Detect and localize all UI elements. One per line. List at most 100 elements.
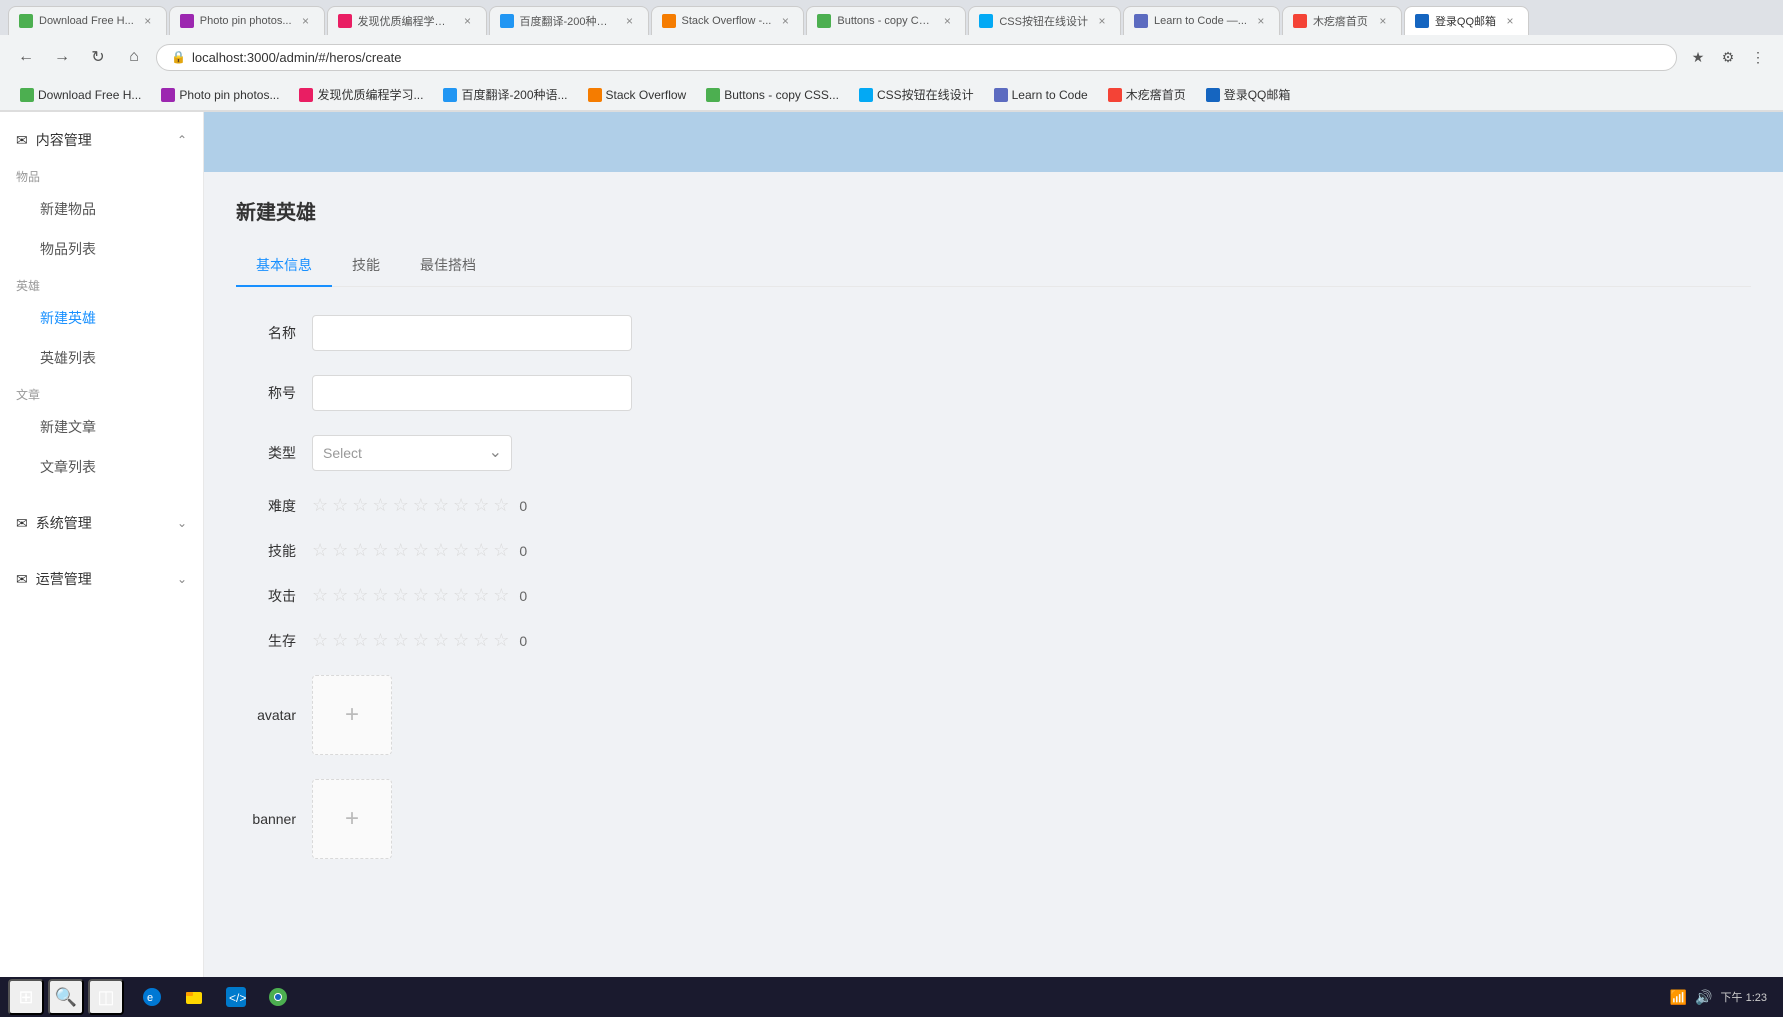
tab-close-tab7[interactable]: × [1094,13,1110,29]
sidebar-item-hero-list[interactable]: 英雄列表 [0,338,203,378]
bookmark-8[interactable]: 木疙瘩首页 [1100,83,1194,106]
attack-star-8[interactable]: ☆ [453,585,469,606]
tab-best-combo[interactable]: 最佳搭档 [400,245,496,287]
browser-tab-tab9[interactable]: 木疙瘩首页× [1282,6,1402,35]
bookmark-3[interactable]: 百度翻译-200种语... [435,83,575,106]
tab-close-tab5[interactable]: × [777,13,793,29]
sidebar-item-new-article[interactable]: 新建文章 [0,407,203,447]
survival-star-10[interactable]: ☆ [493,630,509,651]
skills-star-9[interactable]: ☆ [473,540,489,561]
sidebar-item-new-hero[interactable]: 新建英雄 [0,298,203,338]
tab-close-tab9[interactable]: × [1375,13,1391,29]
skills-star-5[interactable]: ☆ [393,540,409,561]
browser-tab-tab4[interactable]: 百度翻译-200种语...× [489,6,649,35]
browser-tab-tab2[interactable]: Photo pin photos...× [169,6,325,35]
browser-tab-tab6[interactable]: Buttons - copy CS...× [806,6,966,35]
home-button[interactable]: ⌂ [120,43,148,71]
attack-star-2[interactable]: ☆ [332,585,348,606]
survival-star-2[interactable]: ☆ [332,630,348,651]
difficulty-star-10[interactable]: ☆ [493,495,509,516]
attack-star-5[interactable]: ☆ [393,585,409,606]
skills-star-3[interactable]: ☆ [352,540,368,561]
difficulty-star-6[interactable]: ☆ [413,495,429,516]
sidebar-item-article-list[interactable]: 文章列表 [0,447,203,487]
difficulty-star-3[interactable]: ☆ [352,495,368,516]
attack-star-3[interactable]: ☆ [352,585,368,606]
bookmark-9[interactable]: 登录QQ邮箱 [1198,83,1299,106]
title-input[interactable] [312,375,632,411]
tab-skills[interactable]: 技能 [332,245,400,287]
browser-tab-tab3[interactable]: 发现优质编程学习...× [327,6,487,35]
attack-star-7[interactable]: ☆ [433,585,449,606]
skills-star-4[interactable]: ☆ [372,540,388,561]
search-button[interactable]: 🔍 [48,979,84,1015]
bookmarks-button[interactable]: ★ [1685,44,1711,70]
tab-close-tab10[interactable]: × [1502,13,1518,29]
menu-button[interactable]: ⋮ [1745,44,1771,70]
taskbar-vscode[interactable]: </> [216,979,256,1015]
browser-tab-tab10[interactable]: 登录QQ邮箱× [1404,6,1529,35]
bookmark-6[interactable]: CSS按钮在线设计 [851,83,982,106]
tab-close-tab4[interactable]: × [622,13,638,29]
browser-tab-tab8[interactable]: Learn to Code —...× [1123,6,1280,35]
type-select[interactable]: Select 战士 法师 刺客 坦克 射手 辅助 [312,435,512,471]
attack-star-4[interactable]: ☆ [372,585,388,606]
sidebar-group-system-management[interactable]: ✉ 系统管理 ⌄ [0,503,203,543]
extensions-button[interactable]: ⚙ [1715,44,1741,70]
tab-close-tab3[interactable]: × [460,13,476,29]
attack-star-1[interactable]: ☆ [312,585,328,606]
difficulty-star-1[interactable]: ☆ [312,495,328,516]
sidebar-item-new-item[interactable]: 新建物品 [0,189,203,229]
tab-close-tab6[interactable]: × [939,13,955,29]
survival-star-4[interactable]: ☆ [372,630,388,651]
skills-star-7[interactable]: ☆ [433,540,449,561]
task-view-button[interactable]: ◫ [88,979,124,1015]
sidebar-group-operations-management[interactable]: ✉ 运营管理 ⌄ [0,559,203,599]
difficulty-star-2[interactable]: ☆ [332,495,348,516]
attack-star-9[interactable]: ☆ [473,585,489,606]
start-button[interactable]: ⊞ [8,979,44,1015]
tab-close-tab1[interactable]: × [140,13,156,29]
forward-button[interactable]: → [48,43,76,71]
refresh-button[interactable]: ↻ [84,43,112,71]
bookmark-0[interactable]: Download Free H... [12,85,149,105]
difficulty-star-8[interactable]: ☆ [453,495,469,516]
survival-star-7[interactable]: ☆ [433,630,449,651]
bookmark-2[interactable]: 发现优质编程学习... [291,83,431,106]
skills-star-8[interactable]: ☆ [453,540,469,561]
sidebar-group-content-management[interactable]: ✉ 内容管理 ⌃ [0,120,203,160]
survival-star-8[interactable]: ☆ [453,630,469,651]
attack-star-6[interactable]: ☆ [413,585,429,606]
avatar-upload[interactable]: + [312,675,392,755]
survival-star-6[interactable]: ☆ [413,630,429,651]
taskbar-chrome[interactable] [258,979,298,1015]
browser-tab-tab7[interactable]: CSS按钮在线设计× [968,6,1121,35]
browser-tab-tab5[interactable]: Stack Overflow -...× [651,6,805,35]
banner-upload[interactable]: + [312,779,392,859]
skills-star-6[interactable]: ☆ [413,540,429,561]
difficulty-star-7[interactable]: ☆ [433,495,449,516]
taskbar-file-explorer[interactable] [174,979,214,1015]
attack-star-10[interactable]: ☆ [493,585,509,606]
survival-star-1[interactable]: ☆ [312,630,328,651]
survival-star-5[interactable]: ☆ [393,630,409,651]
tab-close-tab2[interactable]: × [298,13,314,29]
difficulty-star-5[interactable]: ☆ [393,495,409,516]
survival-star-9[interactable]: ☆ [473,630,489,651]
bookmark-7[interactable]: Learn to Code [986,85,1096,105]
skills-star-2[interactable]: ☆ [332,540,348,561]
difficulty-star-9[interactable]: ☆ [473,495,489,516]
skills-star-1[interactable]: ☆ [312,540,328,561]
back-button[interactable]: ← [12,43,40,71]
bookmark-5[interactable]: Buttons - copy CSS... [698,85,847,105]
browser-tab-tab1[interactable]: Download Free H...× [8,6,167,35]
name-input[interactable] [312,315,632,351]
bookmark-1[interactable]: Photo pin photos... [153,85,287,105]
tab-basic-info[interactable]: 基本信息 [236,245,332,287]
taskbar-edge[interactable]: e [132,979,172,1015]
survival-star-3[interactable]: ☆ [352,630,368,651]
address-bar[interactable]: 🔒 localhost:3000/admin/#/heros/create [156,44,1677,71]
difficulty-star-4[interactable]: ☆ [372,495,388,516]
sidebar-item-item-list[interactable]: 物品列表 [0,229,203,269]
bookmark-4[interactable]: Stack Overflow [580,85,695,105]
